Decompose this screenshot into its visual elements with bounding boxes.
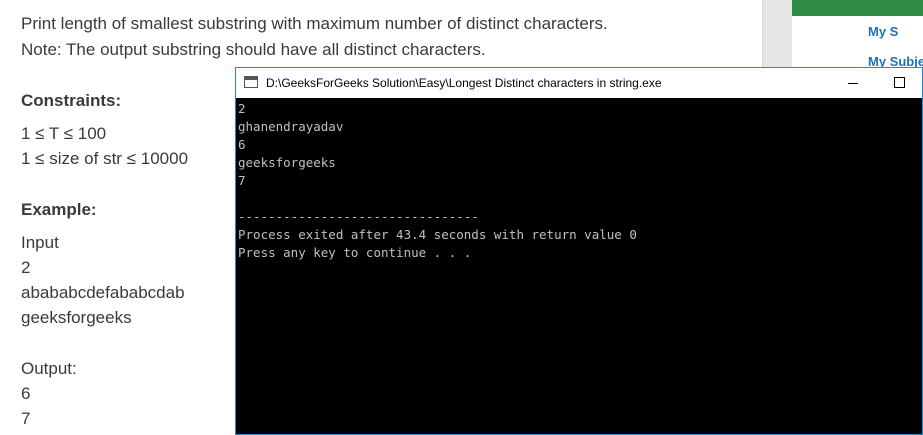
constraint-2: 1 ≤ size of str ≤ 10000	[21, 149, 189, 168]
submit-button[interactable]	[792, 0, 923, 16]
input-line: 2	[21, 258, 31, 277]
minimize-icon[interactable]	[830, 72, 876, 94]
input-line: abababcdefababcdab	[21, 283, 185, 302]
input-label: Input	[21, 233, 59, 252]
maximize-icon[interactable]	[876, 72, 922, 94]
console-titlebar[interactable]: D:\GeeksForGeeks Solution\Easy\Longest D…	[236, 68, 922, 98]
constraints-heading: Constraints:	[21, 91, 122, 110]
console-line: 2	[238, 101, 246, 116]
console-line: 7	[238, 173, 246, 188]
output-label: Output:	[21, 359, 77, 378]
console-output[interactable]: 2 ghanendrayadav 6 geeksforgeeks 7 -----…	[238, 100, 922, 434]
console-line: geeksforgeeks	[238, 155, 336, 170]
problem-description-line-2: Note: The output substring should have a…	[21, 40, 486, 59]
sidebar-link-my-submissions[interactable]: My S	[868, 24, 898, 39]
console-line: ghanendrayadav	[238, 119, 344, 134]
console-window[interactable]: D:\GeeksForGeeks Solution\Easy\Longest D…	[235, 67, 923, 435]
console-app-icon	[244, 76, 258, 88]
problem-description-line-1: Print length of smallest substring with …	[21, 14, 608, 33]
console-line: 6	[238, 137, 246, 152]
console-title: D:\GeeksForGeeks Solution\Easy\Longest D…	[266, 76, 662, 90]
console-line: Process exited after 43.4 seconds with r…	[238, 227, 637, 242]
example-heading: Example:	[21, 200, 97, 219]
console-line: Press any key to continue . . .	[238, 245, 472, 260]
input-line: geeksforgeeks	[21, 308, 132, 327]
output-line: 6	[21, 384, 31, 403]
constraint-1: 1 ≤ T ≤ 100	[21, 124, 107, 143]
output-line: 7	[21, 409, 31, 428]
console-separator: --------------------------------	[238, 209, 479, 224]
